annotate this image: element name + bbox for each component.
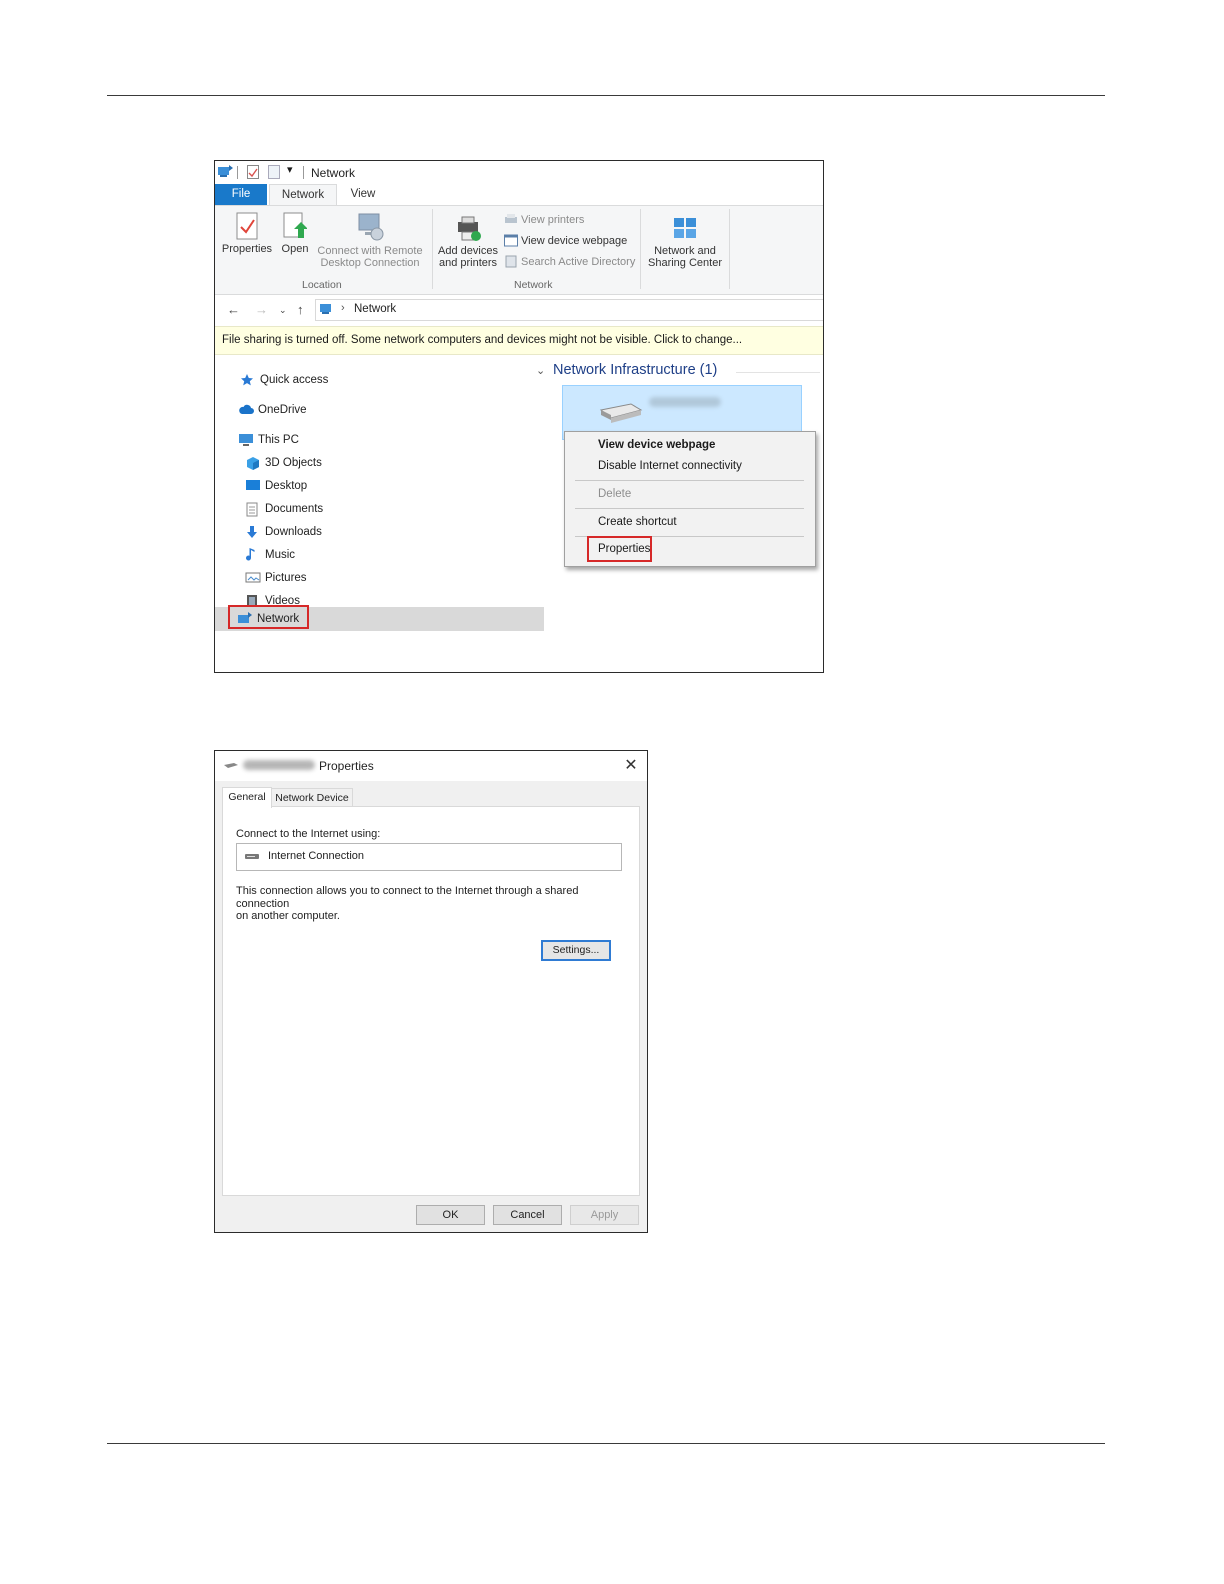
network-location-icon — [319, 302, 335, 319]
dialog-title: Properties — [319, 759, 374, 773]
printer-icon — [505, 214, 517, 223]
router-icon — [599, 403, 643, 423]
address-row: ← → ⌄ ↑ › Network — [215, 295, 823, 325]
properties-highlight-box — [587, 536, 652, 562]
connect-remote-desktop-button[interactable]: Connect with Remote Desktop Connection — [315, 212, 425, 269]
settings-button[interactable]: Settings... — [541, 940, 611, 961]
internet-connection-box: Internet Connection — [236, 843, 622, 871]
general-tab-panel: Connect to the Internet using: Internet … — [222, 806, 640, 1196]
address-bar[interactable]: › Network — [315, 299, 823, 321]
page-footer-rule — [107, 1443, 1105, 1444]
quick-access-toolbar: ▾ Network — [215, 161, 823, 183]
ribbon: Properties Open Connect with Remote Desk… — [215, 205, 823, 295]
network-highlight-box — [228, 605, 309, 629]
document-icon — [246, 502, 258, 517]
group-label-location: Location — [302, 279, 342, 291]
network-sharing-icon — [674, 218, 696, 238]
add-devices-icon — [458, 216, 481, 241]
tab-general[interactable]: General — [222, 787, 272, 808]
desktop-icon — [246, 480, 260, 490]
open-icon — [283, 212, 307, 238]
menu-disable-internet[interactable]: Disable Internet connectivity — [598, 460, 742, 472]
picture-icon — [245, 572, 261, 583]
ribbon-tabs: File Network View — [215, 184, 823, 206]
group-label-network: Network — [514, 279, 553, 291]
cloud-icon — [239, 404, 254, 414]
close-icon[interactable]: ✕ — [623, 755, 639, 775]
tab-view[interactable]: View — [339, 184, 387, 205]
webpage-icon — [504, 234, 518, 247]
navigation-pane: Quick access OneDrive This PC 3D Objects… — [215, 355, 545, 672]
recent-locations-chevron-icon[interactable]: ⌄ — [279, 305, 287, 316]
device-name-redacted — [649, 397, 721, 407]
download-arrow-icon — [247, 526, 257, 538]
menu-delete[interactable]: Delete — [598, 488, 631, 500]
new-folder-quick-icon[interactable] — [268, 165, 280, 182]
file-sharing-infobar[interactable]: File sharing is turned off. Some network… — [215, 326, 823, 355]
apply-button[interactable]: Apply — [570, 1205, 639, 1225]
music-note-icon — [246, 548, 255, 561]
page-header-rule — [107, 95, 1105, 96]
dialog-titlebar: Properties ✕ — [215, 751, 647, 781]
device-small-icon — [224, 763, 238, 768]
remote-desktop-icon — [358, 213, 384, 241]
group-collapse-chevron-icon[interactable]: ⌄ — [536, 364, 545, 377]
connection-name: Internet Connection — [268, 850, 365, 862]
properties-quick-icon[interactable] — [247, 165, 259, 182]
connection-description: This connection allows you to connect to… — [236, 885, 579, 922]
cancel-button[interactable]: Cancel — [493, 1205, 562, 1225]
network-folder-icon — [217, 165, 233, 182]
tab-network[interactable]: Network — [269, 184, 337, 206]
menu-view-device-webpage[interactable]: View device webpage — [598, 439, 715, 451]
dialog-device-name-redacted — [243, 760, 315, 770]
network-sharing-center-button[interactable]: Network and Sharing Center — [645, 216, 725, 269]
context-menu: View device webpage Disable Internet con… — [564, 431, 816, 567]
directory-icon — [505, 255, 517, 268]
window-title: Network — [311, 166, 356, 180]
customize-toolbar-dropdown-icon[interactable]: ▾ — [287, 163, 293, 176]
open-button[interactable]: Open — [277, 212, 313, 255]
group-header-line — [736, 372, 820, 373]
cube-icon — [247, 457, 259, 470]
add-devices-printers-button[interactable]: Add devices and printers — [435, 216, 501, 269]
back-arrow-icon[interactable]: ← — [227, 302, 240, 317]
breadcrumb-separator-icon: › — [341, 302, 345, 314]
star-icon — [241, 374, 253, 386]
up-arrow-icon[interactable]: ↑ — [297, 302, 304, 317]
connection-device-icon — [245, 854, 259, 859]
ok-button[interactable]: OK — [416, 1205, 485, 1225]
connect-using-label: Connect to the Internet using: — [236, 828, 381, 840]
tab-file[interactable]: File — [215, 184, 267, 205]
forward-arrow-icon[interactable]: → — [255, 302, 268, 317]
dialog-tabs: General Network Device — [215, 781, 647, 808]
computer-icon — [239, 434, 253, 446]
properties-button[interactable]: Properties — [221, 212, 273, 255]
file-explorer-window: ▾ Network File Network View Properties O… — [214, 160, 824, 673]
properties-icon — [236, 212, 258, 240]
network-infrastructure-header[interactable]: Network Infrastructure (1) — [553, 362, 717, 378]
properties-dialog: Properties ✕ General Network Device Conn… — [214, 750, 648, 1233]
breadcrumb-network[interactable]: Network — [354, 303, 396, 315]
tab-network-device[interactable]: Network Device — [271, 788, 353, 808]
menu-create-shortcut[interactable]: Create shortcut — [598, 516, 677, 528]
